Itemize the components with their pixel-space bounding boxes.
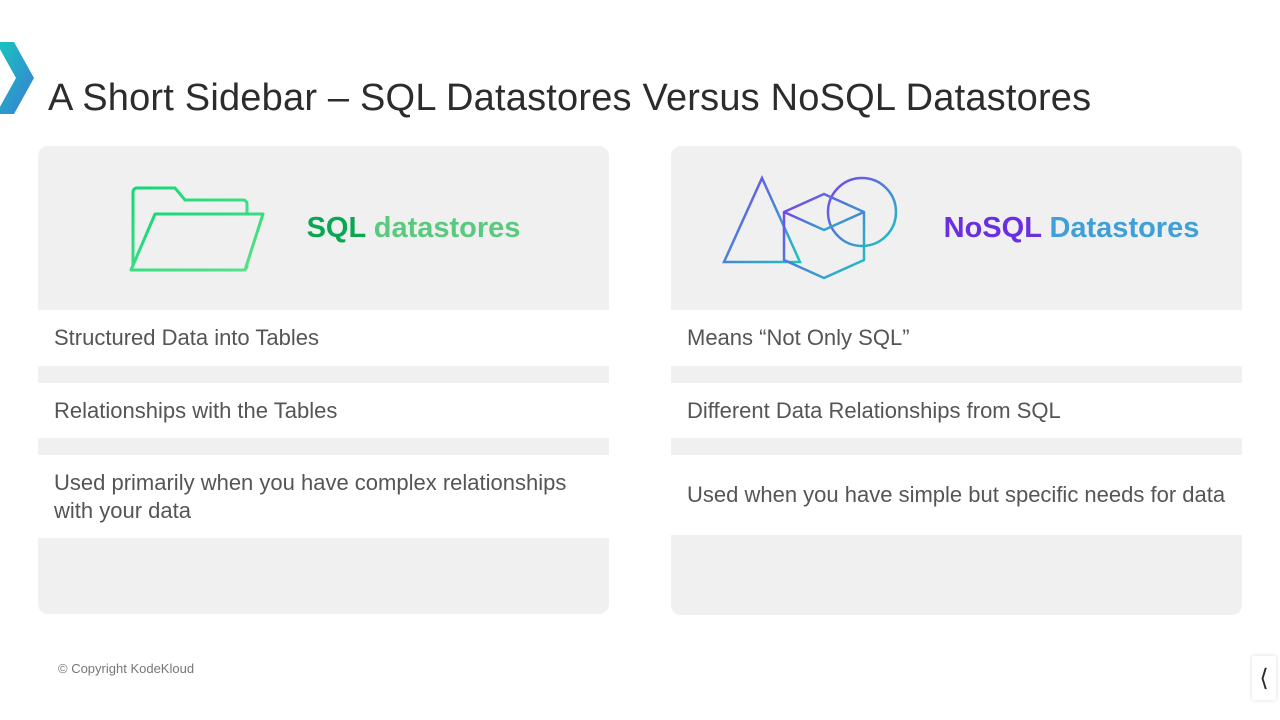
slide: A Short Sidebar – SQL Datastores Versus … [0, 0, 1280, 720]
page-title: A Short Sidebar – SQL Datastores Versus … [48, 77, 1091, 120]
divider [671, 366, 1242, 383]
sql-title-part2: datastores [374, 212, 521, 244]
nosql-bullet-1: Means “Not Only SQL” [671, 310, 1242, 366]
nosql-title-part2: Datastores [1049, 212, 1199, 244]
sql-title-part1: SQL [307, 212, 374, 244]
nosql-bullet-2: Different Data Relationships from SQL [671, 383, 1242, 439]
chevron-left-icon: ⟨ [1259, 664, 1268, 693]
nosql-filler [671, 535, 1242, 615]
nosql-card-title: NoSQL Datastores [944, 212, 1200, 245]
sql-bullet-3: Used primarily when you have complex rel… [38, 455, 609, 538]
divider [671, 438, 1242, 455]
sql-filler [38, 538, 609, 614]
divider [38, 366, 609, 383]
sql-bullet-2: Relationships with the Tables [38, 383, 609, 439]
nosql-bullet-3: Used when you have simple but specific n… [671, 455, 1242, 535]
comparison-columns: SQL datastores Structured Data into Tabl… [38, 146, 1242, 615]
copyright-footer: © Copyright KodeKloud [58, 661, 194, 676]
sql-card-header: SQL datastores [38, 146, 609, 310]
sql-bullet-1: Structured Data into Tables [38, 310, 609, 366]
shapes-icon [714, 168, 904, 288]
chevron-right-icon [0, 42, 36, 119]
prev-arrow-button[interactable]: ⟨ [1252, 656, 1276, 700]
folder-icon [127, 178, 267, 278]
divider [38, 438, 609, 455]
nosql-column: NoSQL Datastores Means “Not Only SQL” Di… [671, 146, 1242, 615]
sql-column: SQL datastores Structured Data into Tabl… [38, 146, 609, 615]
sql-card-title: SQL datastores [307, 212, 521, 245]
nosql-title-part1: NoSQL [944, 212, 1050, 244]
nosql-card-header: NoSQL Datastores [671, 146, 1242, 310]
